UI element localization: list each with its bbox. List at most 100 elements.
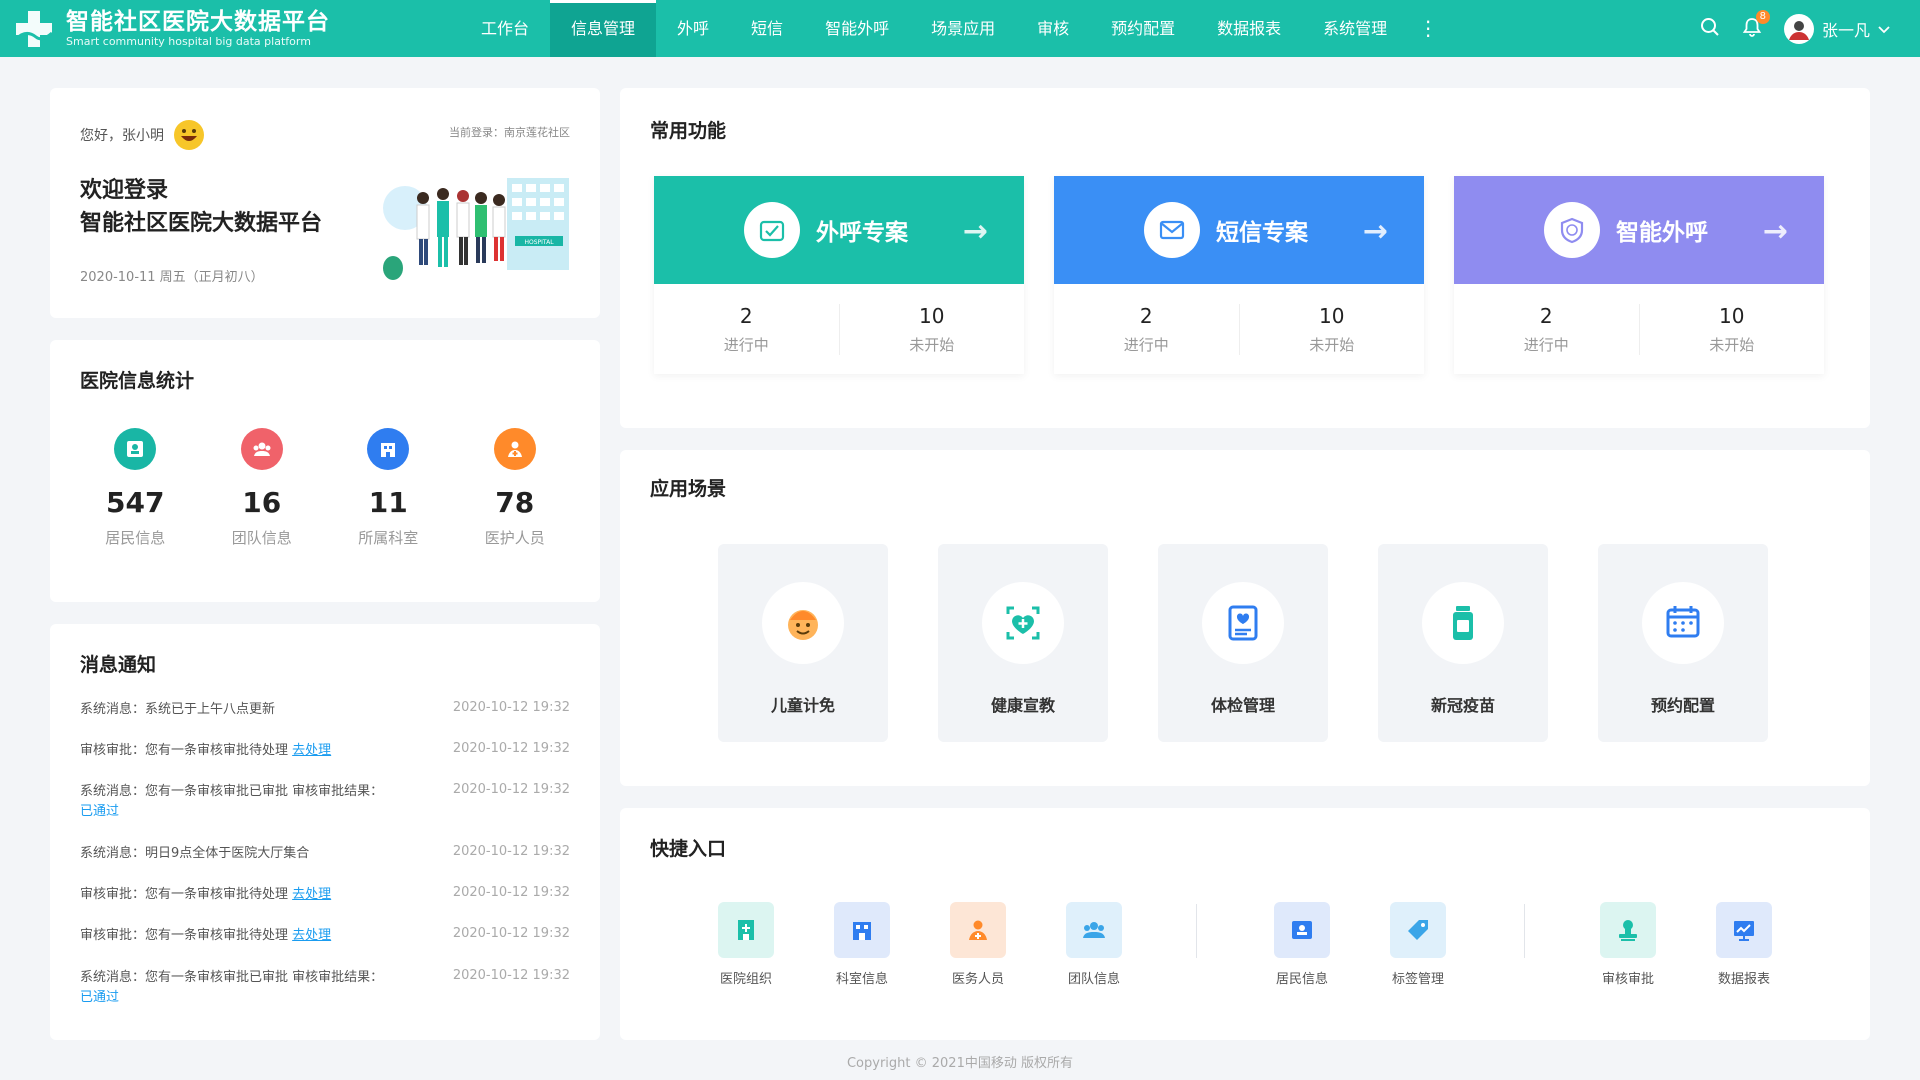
stat-departments[interactable]: 11 所属科室 bbox=[333, 428, 443, 548]
hospital-icon bbox=[718, 902, 774, 958]
result-link[interactable]: 已通过 bbox=[80, 990, 119, 1005]
arrow-right-icon: → bbox=[962, 214, 988, 249]
handle-link[interactable]: 去处理 bbox=[292, 743, 331, 758]
nav-item-workbench[interactable]: 工作台 bbox=[460, 0, 550, 57]
shortcut-medical-staff[interactable]: 医务人员 bbox=[938, 902, 1018, 987]
user-name: 张一凡 bbox=[1821, 20, 1870, 40]
medical-staff-icon bbox=[493, 428, 536, 470]
report-chart-icon bbox=[1716, 902, 1772, 958]
message-time: 2020-10-12 19:32 bbox=[452, 968, 570, 983]
nav-item-booking-config[interactable]: 预约配置 bbox=[1090, 0, 1196, 57]
main-nav: 工作台 信息管理 外呼 短信 智能外呼 场景应用 审核 预约配置 数据报表 系统… bbox=[460, 0, 1448, 57]
nav-item-smart-call[interactable]: 智能外呼 bbox=[804, 0, 910, 57]
handle-link[interactable]: 去处理 bbox=[292, 928, 331, 943]
smile-emoji-icon bbox=[174, 120, 204, 150]
not-started-count: 10 bbox=[1319, 303, 1345, 328]
not-started-label: 未开始 bbox=[1309, 335, 1355, 354]
nav-item-info-management[interactable]: 信息管理 bbox=[550, 0, 657, 57]
hospital-stats-card: 医院信息统计 547 居民信息 16 团队信息 11 所属科室 78 医护人员 bbox=[50, 340, 600, 602]
shortcut-label: 科室信息 bbox=[835, 972, 888, 987]
func-label: 外呼专案 bbox=[816, 220, 908, 246]
current-date: 2020-10-11 周五（正月初八） bbox=[80, 270, 264, 285]
arrow-right-icon: → bbox=[1362, 214, 1388, 249]
list-item[interactable]: 审核审批：您有一条审核审批待处理 去处理 2020-10-12 19:32 bbox=[80, 926, 570, 946]
handle-link[interactable]: 去处理 bbox=[292, 887, 331, 902]
stat-teams[interactable]: 16 团队信息 bbox=[207, 428, 317, 548]
scene-label: 儿童计免 bbox=[770, 696, 835, 715]
messages-title: 消息通知 bbox=[80, 654, 157, 676]
scene-child-immunization[interactable]: 儿童计免 bbox=[718, 544, 888, 742]
shortcut-tag-management[interactable]: 标签管理 bbox=[1378, 902, 1458, 987]
nav-item-audit[interactable]: 审核 bbox=[1016, 0, 1090, 57]
in-progress-label: 进行中 bbox=[723, 335, 769, 354]
scene-label: 新冠疫苗 bbox=[1430, 696, 1495, 715]
common-title: 常用功能 bbox=[650, 120, 727, 142]
message-text: 系统消息：您有一条审核审批已审批 审核审批结果： bbox=[80, 970, 384, 985]
nav-item-sms[interactable]: 短信 bbox=[730, 0, 804, 57]
app-logo[interactable]: 智能社区医院大数据平台 Smart community hospital big… bbox=[0, 9, 440, 49]
scene-health-education[interactable]: 健康宣教 bbox=[938, 544, 1108, 742]
shortcut-hospital-organization[interactable]: 医院组织 bbox=[706, 902, 786, 987]
func-sms-project[interactable]: 短信专案 → 2 进行中 10 未开始 bbox=[1054, 176, 1424, 374]
user-menu[interactable]: 张一凡 bbox=[1783, 13, 1890, 44]
nav-item-data-reports[interactable]: 数据报表 bbox=[1196, 0, 1302, 57]
result-link[interactable]: 已通过 bbox=[80, 804, 119, 819]
search-icon[interactable] bbox=[1700, 17, 1720, 41]
child-face-icon bbox=[762, 582, 844, 664]
func-outbound-project[interactable]: 外呼专案 → 2 进行中 10 未开始 bbox=[654, 176, 1024, 374]
list-item[interactable]: 审核审批：您有一条审核审批待处理 去处理 2020-10-12 19:32 bbox=[80, 885, 570, 905]
calendar-icon bbox=[1642, 582, 1724, 664]
shortcut-resident-info[interactable]: 居民信息 bbox=[1262, 902, 1342, 987]
nav-item-system-management[interactable]: 系统管理 bbox=[1302, 0, 1408, 57]
hospital-staff-illustration: HOSPITAL bbox=[375, 168, 575, 292]
message-notifications-card: 消息通知 系统消息：系统已于上午八点更新 2020-10-12 19:32 审核… bbox=[50, 624, 600, 1040]
list-item[interactable]: 系统消息：系统已于上午八点更新 2020-10-12 19:32 bbox=[80, 700, 570, 720]
shortcut-label: 医务人员 bbox=[951, 972, 1004, 987]
app-subtitle: Smart community hospital big data platfo… bbox=[66, 34, 311, 48]
in-progress-count: 2 bbox=[1139, 303, 1153, 328]
shortcut-department-info[interactable]: 科室信息 bbox=[822, 902, 902, 987]
scene-booking-config[interactable]: 预约配置 bbox=[1598, 544, 1768, 742]
list-item[interactable]: 审核审批：您有一条审核审批待处理 去处理 2020-10-12 19:32 bbox=[80, 741, 570, 761]
func-smart-call[interactable]: 智能外呼 → 2 进行中 10 未开始 bbox=[1454, 176, 1824, 374]
more-menu-icon[interactable]: ⋮ bbox=[1408, 0, 1448, 57]
in-progress-label: 进行中 bbox=[1123, 335, 1169, 354]
not-started-count: 10 bbox=[1719, 303, 1745, 328]
not-started-count: 10 bbox=[919, 303, 945, 328]
phone-check-icon bbox=[744, 202, 800, 258]
message-time: 2020-10-12 19:32 bbox=[452, 700, 570, 715]
scenes-title: 应用场景 bbox=[650, 478, 727, 500]
shortcut-audit-approval[interactable]: 审核审批 bbox=[1588, 902, 1668, 987]
common-functions-card: 常用功能 外呼专案 → 2 进行中 10 未开始 短信专案 → 2 进行中 10 未开始 bbox=[620, 88, 1870, 428]
message-text: 审核审批：您有一条审核审批待处理 bbox=[80, 928, 293, 943]
scene-covid-vaccine[interactable]: 新冠疫苗 bbox=[1378, 544, 1548, 742]
copyright-footer: Copyright © 2021中国移动 版权所有 bbox=[846, 1056, 1073, 1071]
chevron-down-icon bbox=[1878, 19, 1890, 38]
hospital-cross-icon bbox=[12, 9, 56, 49]
scene-checkup-management[interactable]: 体检管理 bbox=[1158, 544, 1328, 742]
checkup-report-icon bbox=[1202, 582, 1284, 664]
avatar bbox=[1783, 13, 1814, 44]
department-icon bbox=[367, 428, 410, 470]
shortcuts-title: 快捷入口 bbox=[650, 838, 727, 860]
func-label: 短信专案 bbox=[1216, 220, 1308, 246]
message-text: 系统消息：明日9点全体于医院大厅集合 bbox=[80, 846, 310, 861]
id-card-icon bbox=[1274, 902, 1330, 958]
stat-medical-staff[interactable]: 78 医护人员 bbox=[460, 428, 570, 548]
approve-icon bbox=[1600, 902, 1656, 958]
ai-call-icon bbox=[1544, 202, 1600, 258]
list-item[interactable]: 系统消息：您有一条审核审批已审批 审核审批结果： 已通过 2020-10-12 1… bbox=[80, 782, 570, 822]
shortcut-data-reports[interactable]: 数据报表 bbox=[1704, 902, 1784, 987]
stat-residents[interactable]: 547 居民信息 bbox=[80, 428, 190, 548]
shortcut-label: 数据报表 bbox=[1717, 972, 1770, 987]
list-item[interactable]: 系统消息：明日9点全体于医院大厅集合 2020-10-12 19:32 bbox=[80, 844, 570, 864]
notification-bell-icon[interactable]: 8 bbox=[1742, 9, 1770, 41]
nav-item-scene-apps[interactable]: 场景应用 bbox=[910, 0, 1016, 57]
nav-item-outbound-call[interactable]: 外呼 bbox=[656, 0, 730, 57]
welcome-title: 欢迎登录 bbox=[80, 178, 169, 203]
list-item[interactable]: 系统消息：您有一条审核审批已审批 审核审批结果： 已通过 2020-10-12 1… bbox=[80, 968, 570, 1008]
message-text: 审核审批：您有一条审核审批待处理 bbox=[80, 743, 293, 758]
shortcut-team-info[interactable]: 团队信息 bbox=[1054, 902, 1134, 987]
stat-label: 居民信息 bbox=[105, 529, 166, 547]
shortcut-label: 标签管理 bbox=[1391, 972, 1444, 987]
